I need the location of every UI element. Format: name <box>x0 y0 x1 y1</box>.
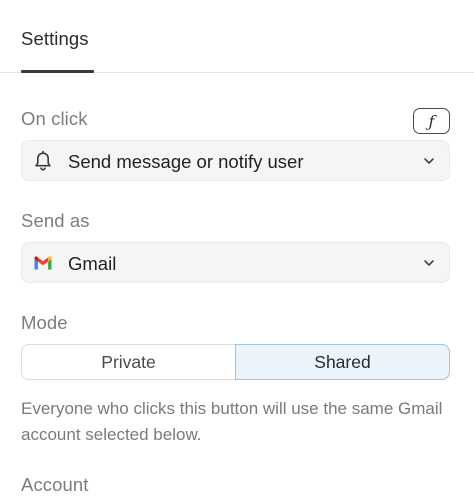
send-as-select[interactable]: Gmail <box>21 242 450 283</box>
bell-icon <box>35 150 51 171</box>
send-as-value: Gmail <box>68 253 117 274</box>
mode-option-private[interactable]: Private <box>22 345 235 379</box>
chevron-down-icon <box>424 158 434 164</box>
function-button[interactable]: ƒ <box>413 108 450 134</box>
active-tab-indicator <box>21 70 94 73</box>
tab-settings[interactable]: Settings <box>21 28 89 50</box>
mode-option-shared[interactable]: Shared <box>235 344 450 380</box>
function-icon: ƒ <box>428 111 435 131</box>
send-as-label: Send as <box>21 210 90 231</box>
on-click-value: Send message or notify user <box>68 151 304 172</box>
mode-label: Mode <box>21 312 68 333</box>
chevron-down-icon <box>424 260 434 266</box>
mode-segmented-control: Private Shared <box>21 344 450 380</box>
gmail-icon <box>34 256 52 270</box>
settings-panel: Settings On click ƒ Send message or noti… <box>0 0 474 501</box>
on-click-label: On click <box>21 108 88 129</box>
on-click-select[interactable]: Send message or notify user <box>21 140 450 181</box>
mode-hint: Everyone who clicks this button will use… <box>21 399 443 444</box>
account-label: Account <box>21 474 89 495</box>
tab-bar: Settings <box>0 0 474 73</box>
